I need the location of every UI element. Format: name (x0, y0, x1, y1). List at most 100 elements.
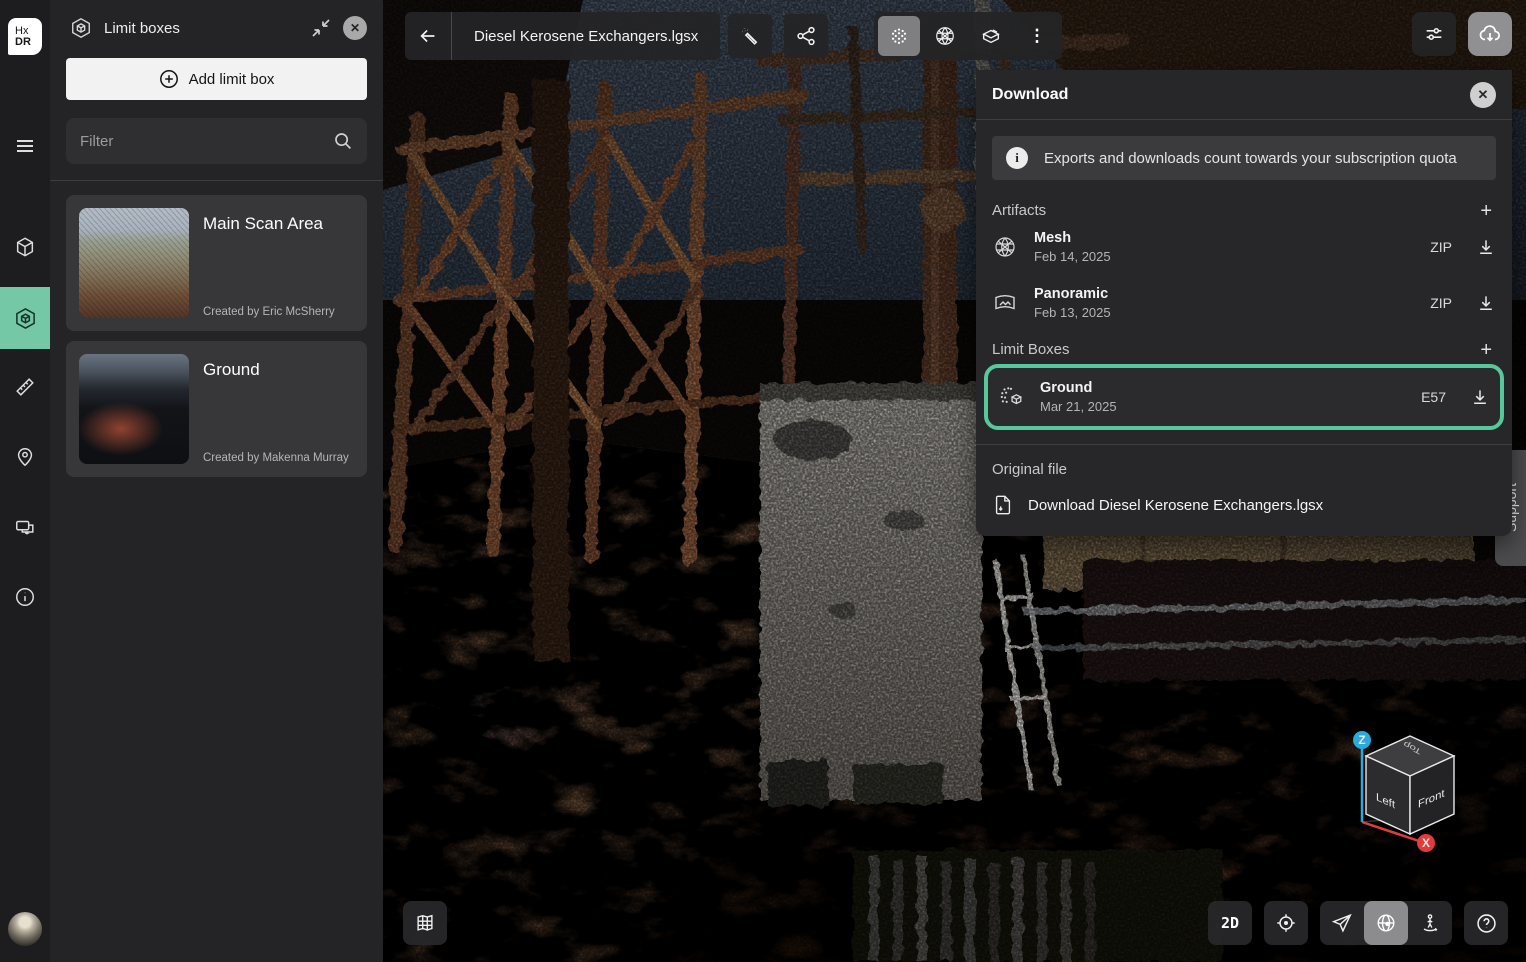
navigation-cube[interactable]: Left Front Top Z X (1340, 722, 1470, 852)
info-circle-icon: i (1006, 147, 1028, 169)
download-panel-title: Download (992, 86, 1068, 104)
walk-mode-button[interactable] (1408, 901, 1452, 945)
orbit-globe-icon (1375, 912, 1397, 934)
rail-item-info[interactable] (0, 575, 50, 619)
artifact-date: Feb 13, 2025 (1034, 305, 1111, 320)
target-icon (1275, 912, 1297, 934)
info-icon (14, 586, 36, 608)
rail-item-models[interactable] (0, 225, 50, 269)
card-credit: Created by Makenna Murray (203, 452, 354, 464)
kebab-menu-icon: ⋮ (1029, 26, 1046, 46)
artifact-row-mesh[interactable]: Mesh Feb 14, 2025 ZIP (992, 219, 1496, 275)
add-limit-box-button[interactable]: Add limit box (66, 58, 367, 100)
ruler-icon (14, 376, 36, 398)
more-options-button[interactable]: ⋮ (1016, 16, 1058, 56)
pointcloud-view-button[interactable] (878, 16, 920, 56)
minimap-button[interactable] (403, 901, 447, 945)
artifact-row-panoramic[interactable]: Panoramic Feb 13, 2025 ZIP (992, 275, 1496, 331)
card-thumbnail (79, 354, 189, 464)
download-button[interactable] (1468, 12, 1512, 56)
download-row-button[interactable] (1470, 387, 1490, 407)
help-button[interactable] (1464, 901, 1508, 945)
limit-box-card-main-scan-area[interactable]: Main Scan Area Created by Eric McSherry (66, 195, 367, 331)
cloud-download-icon (1478, 22, 1502, 46)
viewer-titlebar: Diesel Kerosene Exchangers.lgsx (405, 12, 720, 60)
add-limit-box-export-icon[interactable]: + (1476, 343, 1496, 357)
fly-mode-button[interactable] (1320, 901, 1364, 945)
user-avatar[interactable] (8, 912, 42, 946)
pointcloud-box-icon (998, 384, 1024, 410)
logo-text-top: Hx (15, 26, 42, 37)
artifact-name: Mesh (1034, 230, 1111, 246)
pointcloud-icon (888, 25, 910, 47)
main-menu-button[interactable] (0, 124, 50, 168)
magic-wand-button[interactable] (728, 14, 772, 58)
rail-item-limit-boxes[interactable] (0, 287, 50, 349)
highlighted-row-wrapper: Ground Mar 21, 2025 E57 (984, 364, 1504, 430)
artifact-format: ZIP (1430, 295, 1452, 311)
download-panel: Download ✕ i Exports and downloads count… (976, 70, 1512, 536)
limit-box-date: Mar 21, 2025 (1040, 399, 1117, 414)
limit-boxes-section-label: Limit Boxes (992, 341, 1070, 358)
artifact-date: Feb 14, 2025 (1034, 249, 1111, 264)
download-arrow-icon (1476, 237, 1496, 257)
card-title: Main Scan Area (203, 214, 354, 234)
limit-box-row-ground[interactable]: Ground Mar 21, 2025 E57 (998, 372, 1490, 422)
artifact-name: Panoramic (1034, 286, 1111, 302)
original-file-link-text: Download Diesel Kerosene Exchangers.lgsx (1028, 497, 1323, 514)
back-button[interactable] (405, 12, 451, 60)
question-icon (1475, 912, 1498, 935)
download-close-icon[interactable]: ✕ (1470, 82, 1496, 108)
view-settings-button[interactable] (1412, 12, 1456, 56)
x-axis-label: X (1422, 836, 1430, 850)
limit-box-card-ground[interactable]: Ground Created by Makenna Murray (66, 341, 367, 477)
magic-wand-icon (739, 25, 761, 47)
quota-notice-text: Exports and downloads count towards your… (1044, 150, 1457, 167)
mesh-sphere-icon (993, 235, 1017, 259)
download-row-button[interactable] (1476, 237, 1496, 257)
divider (976, 444, 1512, 445)
navigation-mode-group (1320, 901, 1452, 945)
rail-item-locations[interactable] (0, 435, 50, 479)
hxdr-logo[interactable]: Hx DR (8, 18, 42, 55)
hamburger-icon (15, 136, 35, 156)
download-row-button[interactable] (1476, 293, 1496, 313)
z-axis-label: Z (1358, 733, 1365, 747)
assets-export-icon (14, 516, 36, 538)
add-limit-box-label: Add limit box (189, 71, 275, 88)
view-mode-group: ⋮ (874, 12, 1062, 60)
model-box-icon (980, 25, 1002, 47)
original-file-label: Original file (992, 461, 1496, 478)
filter-input[interactable] (80, 133, 333, 150)
logo-text-bottom: DR (15, 37, 42, 48)
quota-notice: i Exports and downloads count towards yo… (992, 136, 1496, 180)
map-pin-icon (14, 446, 36, 468)
mesh-view-button[interactable] (924, 16, 966, 56)
2d-mode-button[interactable]: 2D (1208, 901, 1252, 945)
panel-title: Limit boxes (104, 20, 299, 37)
mesh-sphere-icon (934, 25, 956, 47)
limit-box-format: E57 (1421, 389, 1446, 405)
original-file-download-link[interactable]: Download Diesel Kerosene Exchangers.lgsx (992, 494, 1496, 516)
card-credit: Created by Eric McSherry (203, 306, 354, 318)
share-button[interactable] (784, 14, 828, 58)
card-title: Ground (203, 360, 354, 380)
panoramic-icon (993, 291, 1017, 315)
limit-boxes-panel: Limit boxes ✕ Add limit box Main Scan Ar… (50, 0, 383, 962)
walk-person-icon (1419, 912, 1441, 934)
rail-item-measure[interactable] (0, 365, 50, 409)
add-artifact-icon[interactable]: + (1476, 204, 1496, 218)
model-view-button[interactable] (970, 16, 1012, 56)
rail-item-exports[interactable] (0, 505, 50, 549)
collapse-icon[interactable] (311, 18, 331, 38)
panel-close-icon[interactable]: ✕ (343, 16, 367, 40)
orbit-mode-button[interactable] (1364, 901, 1408, 945)
sliders-icon (1423, 23, 1445, 45)
filter-field[interactable] (66, 118, 367, 164)
back-arrow-icon (417, 25, 439, 47)
fly-plane-icon (1331, 912, 1353, 934)
file-download-icon (992, 494, 1014, 516)
download-arrow-icon (1476, 293, 1496, 313)
document-title: Diesel Kerosene Exchangers.lgsx (452, 28, 720, 45)
recenter-button[interactable] (1264, 901, 1308, 945)
